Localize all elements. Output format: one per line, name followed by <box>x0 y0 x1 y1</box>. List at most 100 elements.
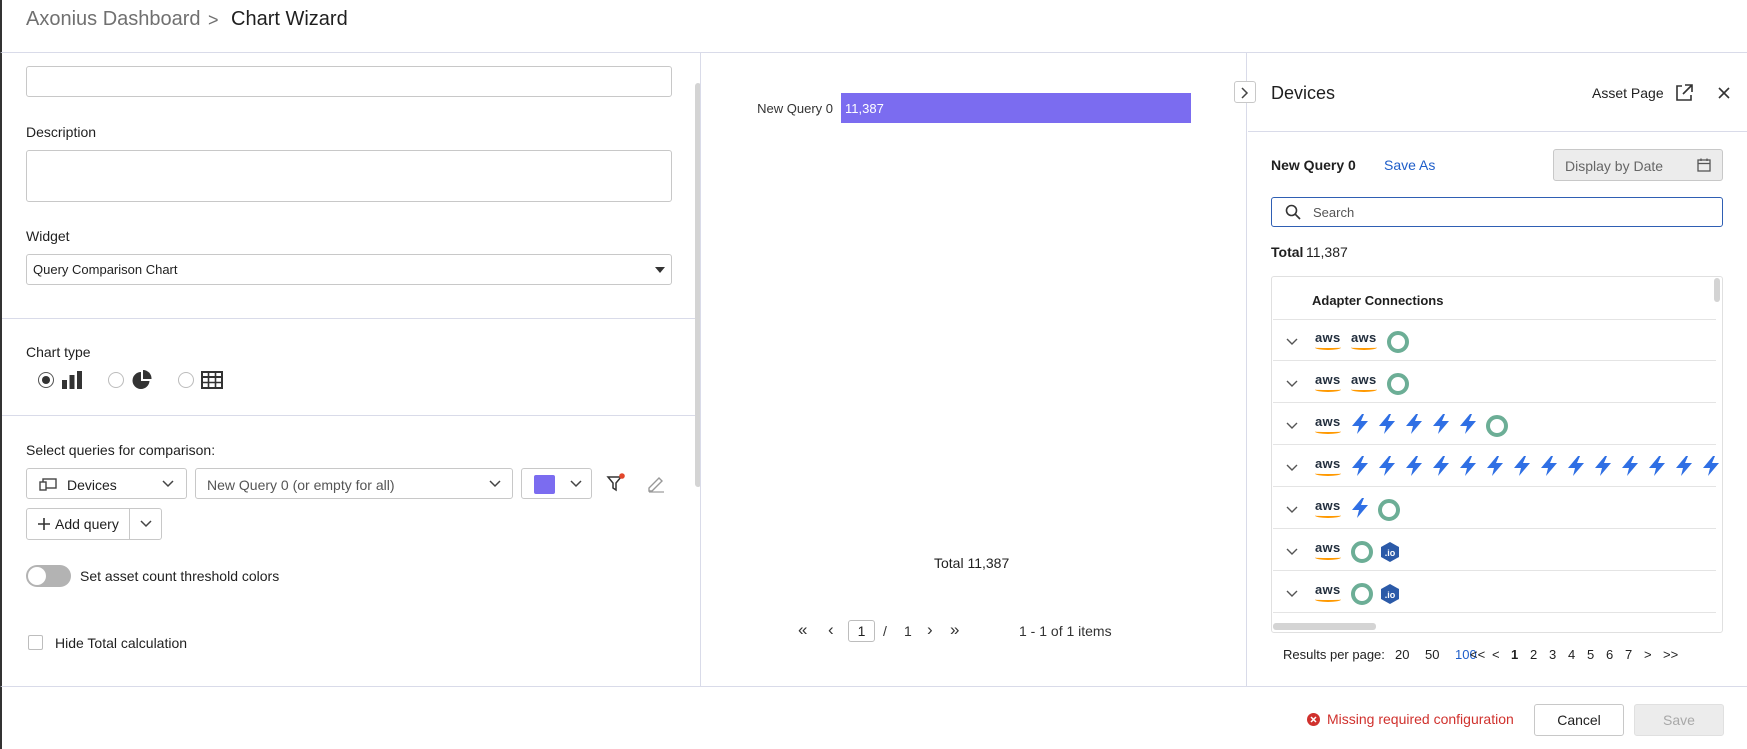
lightning-adapter-icon <box>1349 497 1371 519</box>
total-value: 11,387 <box>1306 244 1348 260</box>
last-page-button[interactable]: » <box>950 621 959 638</box>
table-row[interactable]: aws <box>1273 446 1719 487</box>
expand-row-chevron-icon[interactable] <box>1286 417 1298 433</box>
breadcrumb-dashboard-link[interactable]: Axonius Dashboard <box>26 8 201 31</box>
next-page-button[interactable]: › <box>927 621 933 638</box>
lightning-adapter-icon <box>1403 413 1425 435</box>
save-as-link[interactable]: Save As <box>1384 157 1435 173</box>
scrollbar[interactable] <box>1714 278 1720 302</box>
lightning-adapter-icon <box>1430 413 1452 435</box>
save-button[interactable]: Save <box>1634 704 1724 736</box>
add-query-button[interactable]: Add query <box>26 508 130 540</box>
expand-row-chevron-icon[interactable] <box>1286 543 1298 559</box>
aws-adapter-icon: aws <box>1349 330 1379 352</box>
expand-row-chevron-icon[interactable] <box>1286 333 1298 349</box>
chart-type-bar-radio[interactable] <box>38 372 54 388</box>
add-query-dropdown-button[interactable] <box>129 508 162 540</box>
asset-page-link[interactable]: Asset Page <box>1592 85 1664 101</box>
threshold-toggle[interactable] <box>26 565 71 587</box>
prev-page-button[interactable]: ‹ <box>828 621 834 638</box>
pagination-link[interactable]: > <box>1644 647 1652 662</box>
toggle-knob <box>28 567 46 585</box>
search-input[interactable]: Search <box>1271 197 1723 227</box>
per-page-option[interactable]: 20 <box>1395 647 1409 662</box>
display-by-date-picker[interactable]: Display by Date <box>1553 149 1723 181</box>
description-textarea[interactable] <box>26 150 672 202</box>
table-row[interactable]: aws .io <box>1273 530 1716 571</box>
edit-icon[interactable] <box>646 473 666 493</box>
aws-adapter-icon: aws <box>1313 372 1343 394</box>
close-icon[interactable] <box>1717 86 1731 100</box>
pagination-link[interactable]: 4 <box>1568 647 1575 662</box>
chevron-down-icon <box>162 480 174 488</box>
query-select[interactable]: New Query 0 (or empty for all) <box>195 468 513 499</box>
expand-row-chevron-icon[interactable] <box>1286 459 1298 475</box>
date-placeholder: Display by Date <box>1565 158 1664 174</box>
lightning-adapter-icon <box>1700 455 1722 477</box>
table-row[interactable]: aws aws <box>1273 362 1716 403</box>
chevron-down-icon <box>570 480 582 488</box>
chart-preview-panel: New Query 0 11,387 Total 11,387 « ‹ 1 / 1… <box>701 53 1247 686</box>
chart-type-table-radio[interactable] <box>178 372 194 388</box>
column-header-adapter-connections[interactable]: Adapter Connections <box>1312 293 1443 308</box>
hide-total-checkbox[interactable] <box>28 635 43 650</box>
results-per-page-label: Results per page: <box>1283 647 1385 662</box>
aws-adapter-icon: aws <box>1313 582 1343 604</box>
expand-row-chevron-icon[interactable] <box>1286 585 1298 601</box>
bar-chart-icon <box>62 371 82 389</box>
ring-adapter-icon <box>1351 583 1373 605</box>
lightning-adapter-icon <box>1349 455 1371 477</box>
aws-adapter-icon: aws <box>1313 540 1343 562</box>
external-link-icon[interactable] <box>1674 83 1694 103</box>
lightning-adapter-icon <box>1457 455 1479 477</box>
table-row[interactable]: aws aws <box>1273 320 1716 361</box>
chart-type-label: Chart type <box>26 344 91 360</box>
table-row[interactable]: aws <box>1273 404 1716 445</box>
filter-icon[interactable] <box>606 473 626 493</box>
chart-total-label: Total 11,387 <box>934 555 1010 571</box>
widget-select[interactable]: Query Comparison Chart <box>26 254 672 285</box>
search-placeholder: Search <box>1313 205 1355 220</box>
total-pages: 1 <box>904 623 912 639</box>
chart-type-pie-radio[interactable] <box>108 372 124 388</box>
hide-total-label: Hide Total calculation <box>55 635 188 651</box>
per-page-option[interactable]: 50 <box>1425 647 1439 662</box>
pagination-link[interactable]: 1 <box>1511 647 1518 662</box>
page-separator: / <box>883 623 887 639</box>
calendar-icon <box>1697 158 1711 172</box>
lightning-adapter-icon <box>1376 455 1398 477</box>
pagination-link[interactable]: 6 <box>1606 647 1613 662</box>
pagination-link[interactable]: 5 <box>1587 647 1594 662</box>
expand-row-chevron-icon[interactable] <box>1286 501 1298 517</box>
page-header: Axonius Dashboard > Chart Wizard <box>0 0 1747 53</box>
scrollbar[interactable] <box>1273 623 1376 630</box>
chart-name-input[interactable] <box>26 66 672 97</box>
items-count: 1 - 1 of 1 items <box>1019 623 1112 639</box>
pagination-link[interactable]: 3 <box>1549 647 1556 662</box>
widget-select-value: Query Comparison Chart <box>33 262 178 277</box>
table-row[interactable]: aws <box>1273 488 1716 529</box>
ring-adapter-icon <box>1387 331 1409 353</box>
expand-row-chevron-icon[interactable] <box>1286 375 1298 391</box>
collapse-panel-button[interactable] <box>1234 81 1256 103</box>
pagination-link[interactable]: 7 <box>1625 647 1632 662</box>
first-page-button[interactable]: « <box>798 621 807 638</box>
pagination-link[interactable]: << <box>1470 647 1485 662</box>
lightning-adapter-icon <box>1349 413 1371 435</box>
table-row[interactable]: aws .io <box>1273 572 1716 613</box>
svg-text:.io: .io <box>1385 548 1396 558</box>
lightning-adapter-icon <box>1619 455 1641 477</box>
pagination-link[interactable]: >> <box>1663 647 1678 662</box>
entity-select[interactable]: Devices <box>26 468 187 499</box>
bar[interactable] <box>841 93 1191 123</box>
page-number-input[interactable]: 1 <box>848 620 875 642</box>
devices-panel: Devices Asset Page New Query 0 Save As D… <box>1234 53 1747 686</box>
pagination-link[interactable]: 2 <box>1530 647 1537 662</box>
lightning-adapter-icon <box>1430 455 1452 477</box>
lightning-adapter-icon <box>1511 455 1533 477</box>
lightning-adapter-icon <box>1673 455 1695 477</box>
cancel-button[interactable]: Cancel <box>1534 704 1624 736</box>
query-color-picker[interactable] <box>521 468 592 499</box>
pagination-link[interactable]: < <box>1492 647 1500 662</box>
devices-icon <box>39 478 57 491</box>
